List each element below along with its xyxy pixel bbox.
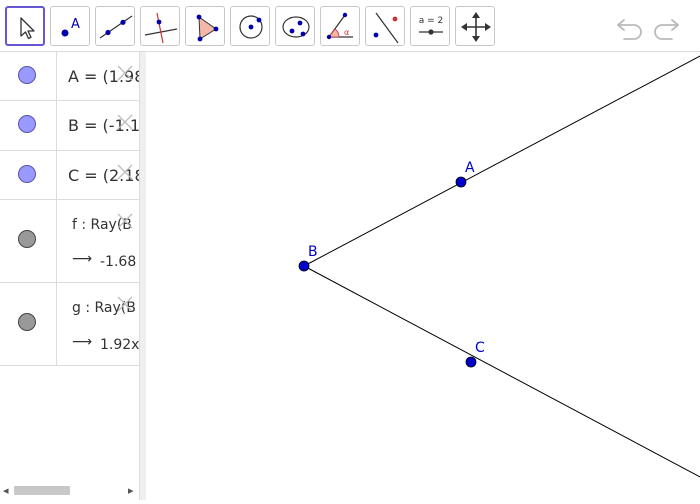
algebra-value: 1.92x — [100, 337, 140, 353]
svg-text:α: α — [344, 28, 349, 37]
angle-icon: α — [326, 12, 353, 40]
move-graphics-view-icon — [461, 12, 491, 42]
reflect-icon — [373, 12, 399, 44]
point-B[interactable] — [298, 260, 310, 272]
polygon-icon — [196, 14, 219, 42]
point-C-label: C — [475, 340, 485, 356]
line-icon — [99, 15, 133, 39]
graphics-view[interactable]: A B C — [146, 52, 700, 500]
output-arrow-icon: ⟶ — [72, 334, 93, 350]
horizontal-scrollbar[interactable]: ◂ ▸ — [0, 482, 139, 498]
undo-button[interactable] — [614, 12, 646, 40]
redo-icon — [654, 19, 679, 40]
conic-icon — [282, 16, 310, 38]
visibility-toggle[interactable] — [18, 165, 36, 183]
algebra-item-B[interactable]: B = (-1.1 — [0, 101, 139, 151]
algebra-item-g[interactable]: g : Ray(B ⟶ 1.92x — [0, 283, 139, 366]
graphics-canvas[interactable]: A B C — [146, 52, 700, 500]
perpendicular-line-icon — [144, 12, 178, 44]
algebra-item-A[interactable]: A = (1.98 — [0, 52, 139, 101]
scroll-right-icon[interactable]: ▸ — [128, 484, 134, 497]
slider-tool-button[interactable]: a = 2 — [410, 6, 450, 46]
conic-tool-button[interactable] — [275, 6, 315, 46]
point-A[interactable] — [455, 176, 467, 188]
point-A-label: A — [465, 160, 475, 176]
line-tool-button[interactable] — [95, 6, 135, 46]
undo-icon — [617, 19, 642, 40]
delete-icon[interactable] — [116, 163, 134, 181]
visibility-toggle[interactable] — [18, 66, 36, 84]
delete-icon[interactable] — [116, 113, 134, 131]
toolbar: A α a = 2 — [0, 0, 700, 52]
circle-tool-button[interactable] — [230, 6, 270, 46]
scrollbar-thumb[interactable] — [14, 486, 70, 495]
redo-button[interactable] — [650, 12, 682, 40]
move-graphics-view-tool-button[interactable] — [455, 6, 495, 46]
algebra-value: -1.68 — [100, 254, 137, 270]
point-B-label: B — [308, 244, 318, 260]
ray-g[interactable] — [303, 265, 700, 478]
perpendicular-line-tool-button[interactable] — [140, 6, 180, 46]
visibility-toggle[interactable] — [18, 115, 36, 133]
reflect-tool-button[interactable] — [365, 6, 405, 46]
point-C[interactable] — [465, 356, 477, 368]
point-icon: A — [61, 17, 80, 37]
delete-icon[interactable] — [116, 64, 134, 82]
polygon-tool-button[interactable] — [185, 6, 225, 46]
move-tool-button[interactable] — [5, 6, 45, 46]
visibility-toggle[interactable] — [18, 230, 36, 248]
slider-icon: a = 2 — [419, 16, 444, 35]
delete-icon[interactable] — [116, 295, 134, 313]
delete-icon[interactable] — [116, 212, 134, 230]
angle-tool-button[interactable]: α — [320, 6, 360, 46]
algebra-item-C[interactable]: C = (2.18 — [0, 151, 139, 200]
slider-tool-label: a = 2 — [419, 16, 444, 26]
move-arrow-icon — [20, 17, 35, 40]
algebra-view: A = (1.98 B = (-1.1 C = (2.18 f : Ray(B … — [0, 52, 140, 500]
ray-f[interactable] — [303, 55, 700, 267]
point-tool-button[interactable]: A — [50, 6, 90, 46]
visibility-toggle[interactable] — [18, 313, 36, 331]
output-arrow-icon: ⟶ — [72, 251, 93, 267]
scroll-left-icon[interactable]: ◂ — [3, 484, 9, 497]
algebra-item-f[interactable]: f : Ray(B ⟶ -1.68 — [0, 200, 139, 283]
circle-center-point-icon — [239, 15, 263, 39]
point-tool-label: A — [71, 17, 80, 32]
